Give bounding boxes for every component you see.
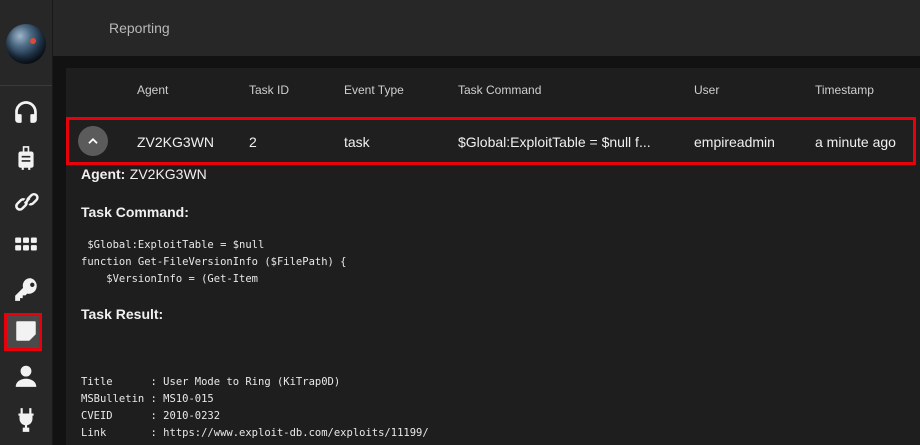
top-bar: Reporting (53, 0, 920, 56)
detail-task-command-label: Task Command: (81, 204, 189, 220)
sidebar-item-users[interactable] (0, 357, 52, 395)
detail-task-result-label: Task Result: (81, 306, 164, 322)
sidebar-item-modules[interactable] (0, 225, 52, 263)
grid-icon (15, 237, 37, 251)
sidebar-divider (0, 85, 52, 86)
table-header: Agent Task ID Event Type Task Command Us… (66, 68, 920, 114)
page-title: Reporting (109, 20, 170, 36)
table-row[interactable]: ZV2KG3WN 2 task $Global:ExploitTable = $… (66, 117, 916, 165)
cell-event-type: task (344, 134, 370, 150)
user-icon (15, 365, 37, 387)
sidebar-item-reporting[interactable] (0, 312, 52, 351)
link-icon (15, 192, 39, 211)
note-icon (16, 321, 36, 341)
reporting-panel: Agent Task ID Event Type Task Command Us… (66, 68, 920, 445)
chevron-up-icon (88, 138, 98, 144)
avatar[interactable] (6, 24, 46, 64)
column-header-task-command[interactable]: Task Command (458, 83, 541, 97)
column-header-timestamp[interactable]: Timestamp (815, 83, 874, 97)
detail-agent: Agent: ZV2KG3WN (81, 166, 911, 184)
cell-timestamp: a minute ago (815, 134, 896, 150)
row-detail: Agent: ZV2KG3WN Task Command: $Global:Ex… (81, 166, 911, 442)
column-header-agent[interactable]: Agent (137, 83, 168, 97)
column-header-user[interactable]: User (694, 83, 719, 97)
plug-icon (18, 408, 34, 432)
cell-task-id: 2 (249, 134, 257, 150)
cell-user: empireadmin (694, 134, 775, 150)
suitcase-icon (18, 146, 34, 170)
column-header-event-type[interactable]: Event Type (344, 83, 404, 97)
key-icon (15, 278, 37, 301)
sidebar-item-plugins[interactable] (0, 401, 52, 439)
detail-task-result-output: Title : User Mode to Ring (KiTrap0D) MSB… (81, 376, 429, 439)
headphones-icon (15, 101, 37, 123)
cell-agent: ZV2KG3WN (137, 134, 215, 150)
sidebar-item-stagers[interactable] (0, 139, 52, 177)
sidebar-item-listeners[interactable] (0, 93, 52, 131)
detail-agent-value: ZV2KG3WN (129, 166, 207, 182)
detail-task-command-code: $Global:ExploitTable = $null function Ge… (81, 239, 347, 285)
detail-agent-label: Agent: (81, 166, 126, 182)
sidebar-item-credentials[interactable] (0, 271, 52, 309)
sidebar (0, 0, 53, 445)
cell-task-command: $Global:ExploitTable = $null f... (458, 134, 651, 150)
column-header-task-id[interactable]: Task ID (249, 83, 289, 97)
sidebar-item-agents[interactable] (0, 183, 52, 221)
collapse-row-button[interactable] (78, 126, 108, 156)
